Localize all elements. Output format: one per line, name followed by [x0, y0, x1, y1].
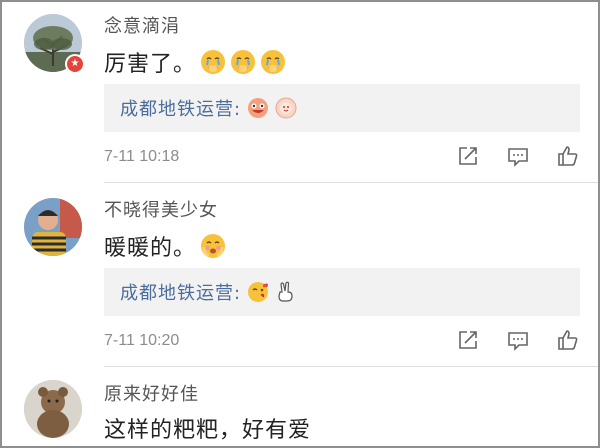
like-icon[interactable] — [556, 144, 580, 168]
share-icon[interactable] — [456, 328, 480, 352]
comment-text: 暖暖的。 — [104, 230, 226, 262]
username[interactable]: 念意滴涓 — [104, 12, 180, 38]
share-icon[interactable] — [456, 144, 480, 168]
kiss-face-icon — [248, 282, 269, 302]
comment-icon[interactable] — [506, 144, 530, 168]
comment-text: 厉害了。 — [104, 46, 286, 78]
avatar[interactable] — [24, 380, 82, 438]
comment-icon[interactable] — [506, 328, 530, 352]
divider — [104, 366, 598, 367]
comment-text: 这样的粑粑，好有爱 — [104, 412, 311, 444]
timestamp: 7-11 10:18 — [104, 148, 180, 165]
crying-face-icon — [201, 50, 226, 74]
username[interactable]: 原来好好佳 — [104, 380, 199, 406]
comment-text-content: 厉害了。 — [104, 52, 197, 77]
crying-face-icon — [261, 50, 286, 74]
blushing-face-icon — [201, 234, 226, 258]
victory-hand-icon — [278, 281, 293, 302]
username[interactable]: 不晓得美少女 — [104, 196, 218, 222]
comment-text-content: 这样的粑粑，好有爱 — [104, 418, 312, 443]
reply-box[interactable]: 成都地铁运营: — [104, 84, 580, 132]
reply-username[interactable]: 成都地铁运营: — [120, 279, 241, 305]
laughing-face-icon — [248, 98, 269, 118]
action-bar — [456, 328, 580, 352]
comment-text-content: 暖暖的。 — [104, 236, 197, 261]
like-icon[interactable] — [556, 328, 580, 352]
flower-face-icon — [275, 97, 297, 119]
reply-box[interactable]: 成都地铁运营: — [104, 268, 580, 316]
reply-username[interactable]: 成都地铁运营: — [120, 95, 241, 121]
crying-face-icon — [231, 50, 256, 74]
star-badge-icon: ★ — [65, 54, 85, 74]
divider — [104, 182, 598, 183]
timestamp: 7-11 10:20 — [104, 332, 180, 349]
action-bar — [456, 144, 580, 168]
comment-list: ★ 念意滴涓 厉害了。 成都地铁运营: 7-11 10:18 不晓得美少女 暖暖… — [0, 0, 600, 448]
avatar[interactable] — [24, 198, 82, 256]
